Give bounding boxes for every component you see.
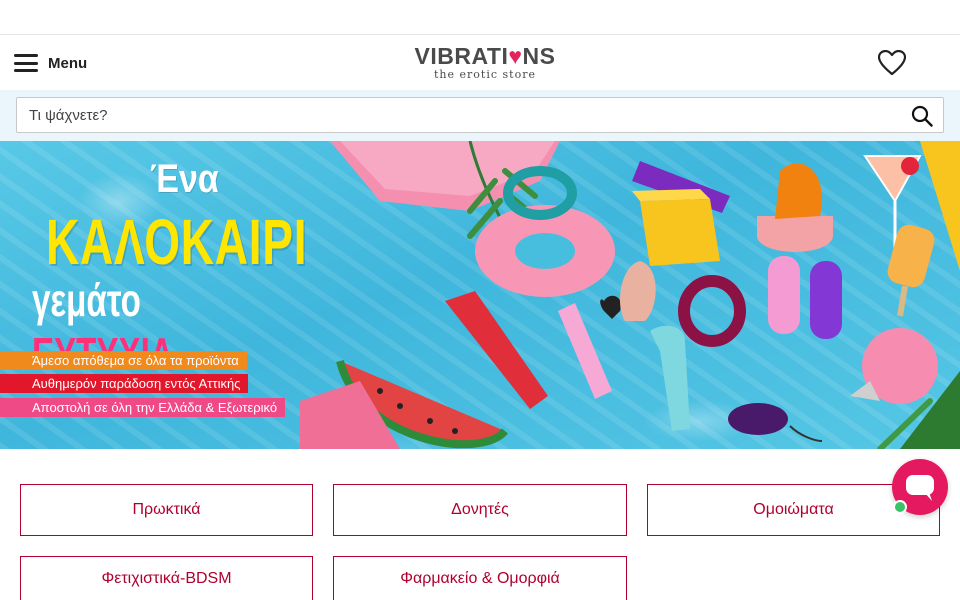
logo-heart-icon: ♥ [508,43,523,69]
category-fetish-bdsm[interactable]: Φετιχιστικά-BDSM [20,556,313,600]
search-bar [0,90,960,141]
wishlist-button[interactable] [877,49,907,76]
banner-headline: Ένα ΚΑΛΟΚΑΙΡΙ γεμάτο ΕΥΤΥΧΙΑ [0,141,360,380]
headline-line-1: Ένα [150,157,219,201]
logo-tagline: the erotic store [434,68,536,81]
heart-icon [877,49,907,76]
category-anal[interactable]: Πρωκτικά [20,484,313,536]
promo-shipping: Αποστολή σε όλη την Ελλάδα & Εξωτερικό [0,398,286,417]
promo-same-day-delivery: Αυθημερόν παράδοση εντός Αττικής [0,374,249,393]
category-pharmacy-beauty[interactable]: Φαρμακείο & Ομορφιά [333,556,627,600]
logo-wordmark: VIBRATI♥NS [414,43,556,69]
top-strip [0,0,960,35]
search-box [16,97,944,133]
online-status-dot [893,500,907,514]
menu-button[interactable]: Menu [14,49,87,77]
headline-line-2: ΚΑΛΟΚΑΙΡΙ [46,206,308,278]
hero-banner[interactable]: Ένα ΚΑΛΟΚΑΙΡΙ γεμάτο ΕΥΤΥΧΙΑ Άμεσο απόθε… [0,141,960,449]
promo-stock: Άμεσο απόθεμα σε όλα τα προϊόντα [0,351,247,370]
hamburger-icon [14,54,38,72]
search-input[interactable] [17,98,897,132]
search-icon [911,105,933,127]
search-button[interactable] [911,105,933,127]
site-header: Menu VIBRATI♥NS the erotic store [0,35,960,90]
category-vibrators[interactable]: Δονητές [333,484,627,536]
site-logo[interactable]: VIBRATI♥NS the erotic store [405,43,565,85]
menu-label: Menu [48,54,88,72]
